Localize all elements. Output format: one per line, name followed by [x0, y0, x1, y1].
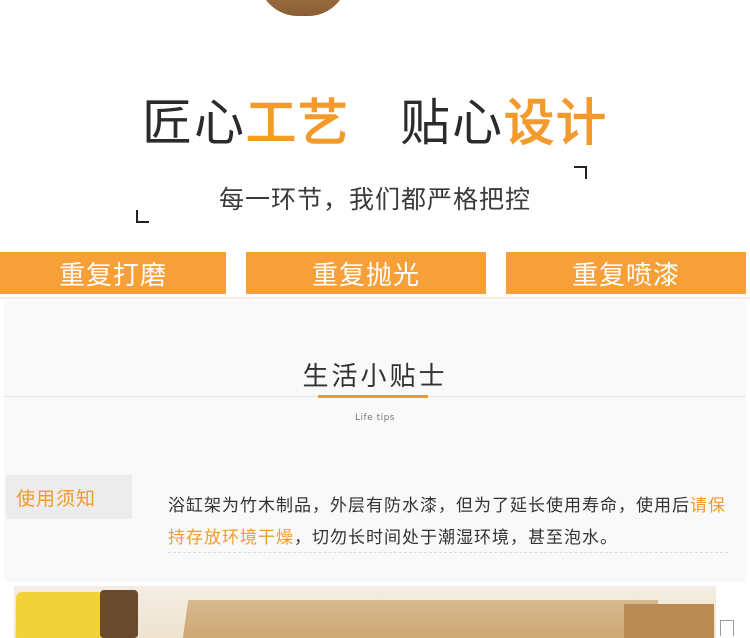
bath-tray-edge — [624, 604, 714, 638]
corner-bracket-bottom-left — [136, 210, 149, 223]
headline-craft-black: 匠心 — [142, 94, 246, 152]
headline-design: 贴心 设计 — [400, 83, 608, 155]
subline: 每一环节，我们都严格把控 — [218, 185, 531, 214]
process-bar-polishing: 重复抛光 — [246, 252, 486, 294]
headline-design-black: 贴心 — [400, 94, 504, 152]
bar-underline — [0, 297, 750, 299]
bath-tray-wood — [179, 600, 659, 638]
side-mark — [720, 620, 734, 636]
headline-craft-orange: 工艺 — [246, 94, 350, 152]
process-bar-sanding: 重复打磨 — [0, 252, 226, 294]
soap-dish — [100, 590, 138, 638]
notice-text-start: 浴缸架为竹木制品，外层有防水漆，但为了延长使用寿命，使用后 — [168, 496, 690, 516]
tips-subtitle: Life tips — [354, 413, 395, 423]
headline: 匠心 工艺 贴心 设计 — [0, 88, 750, 152]
tips-title: 生活小贴士 — [302, 362, 448, 392]
corner-bracket-top-right — [574, 166, 587, 179]
product-photo-top — [258, 0, 348, 16]
headline-craft: 匠心 工艺 — [142, 83, 350, 155]
tips-accent-line — [318, 395, 428, 398]
product-photo-bottom — [14, 586, 716, 638]
soap-item — [16, 592, 111, 638]
notice-underline — [168, 552, 728, 553]
process-bar-painting: 重复喷漆 — [506, 252, 746, 294]
notice-text-end: ，切勿长时间处于潮湿环境，甚至泡水。 — [294, 528, 618, 548]
headline-design-orange: 设计 — [504, 94, 608, 152]
notice-label: 使用须知 — [6, 475, 132, 519]
notice-text: 浴缸架为竹木制品，外层有防水漆，但为了延长使用寿命，使用后请保持存放环境干燥，切… — [168, 490, 728, 554]
